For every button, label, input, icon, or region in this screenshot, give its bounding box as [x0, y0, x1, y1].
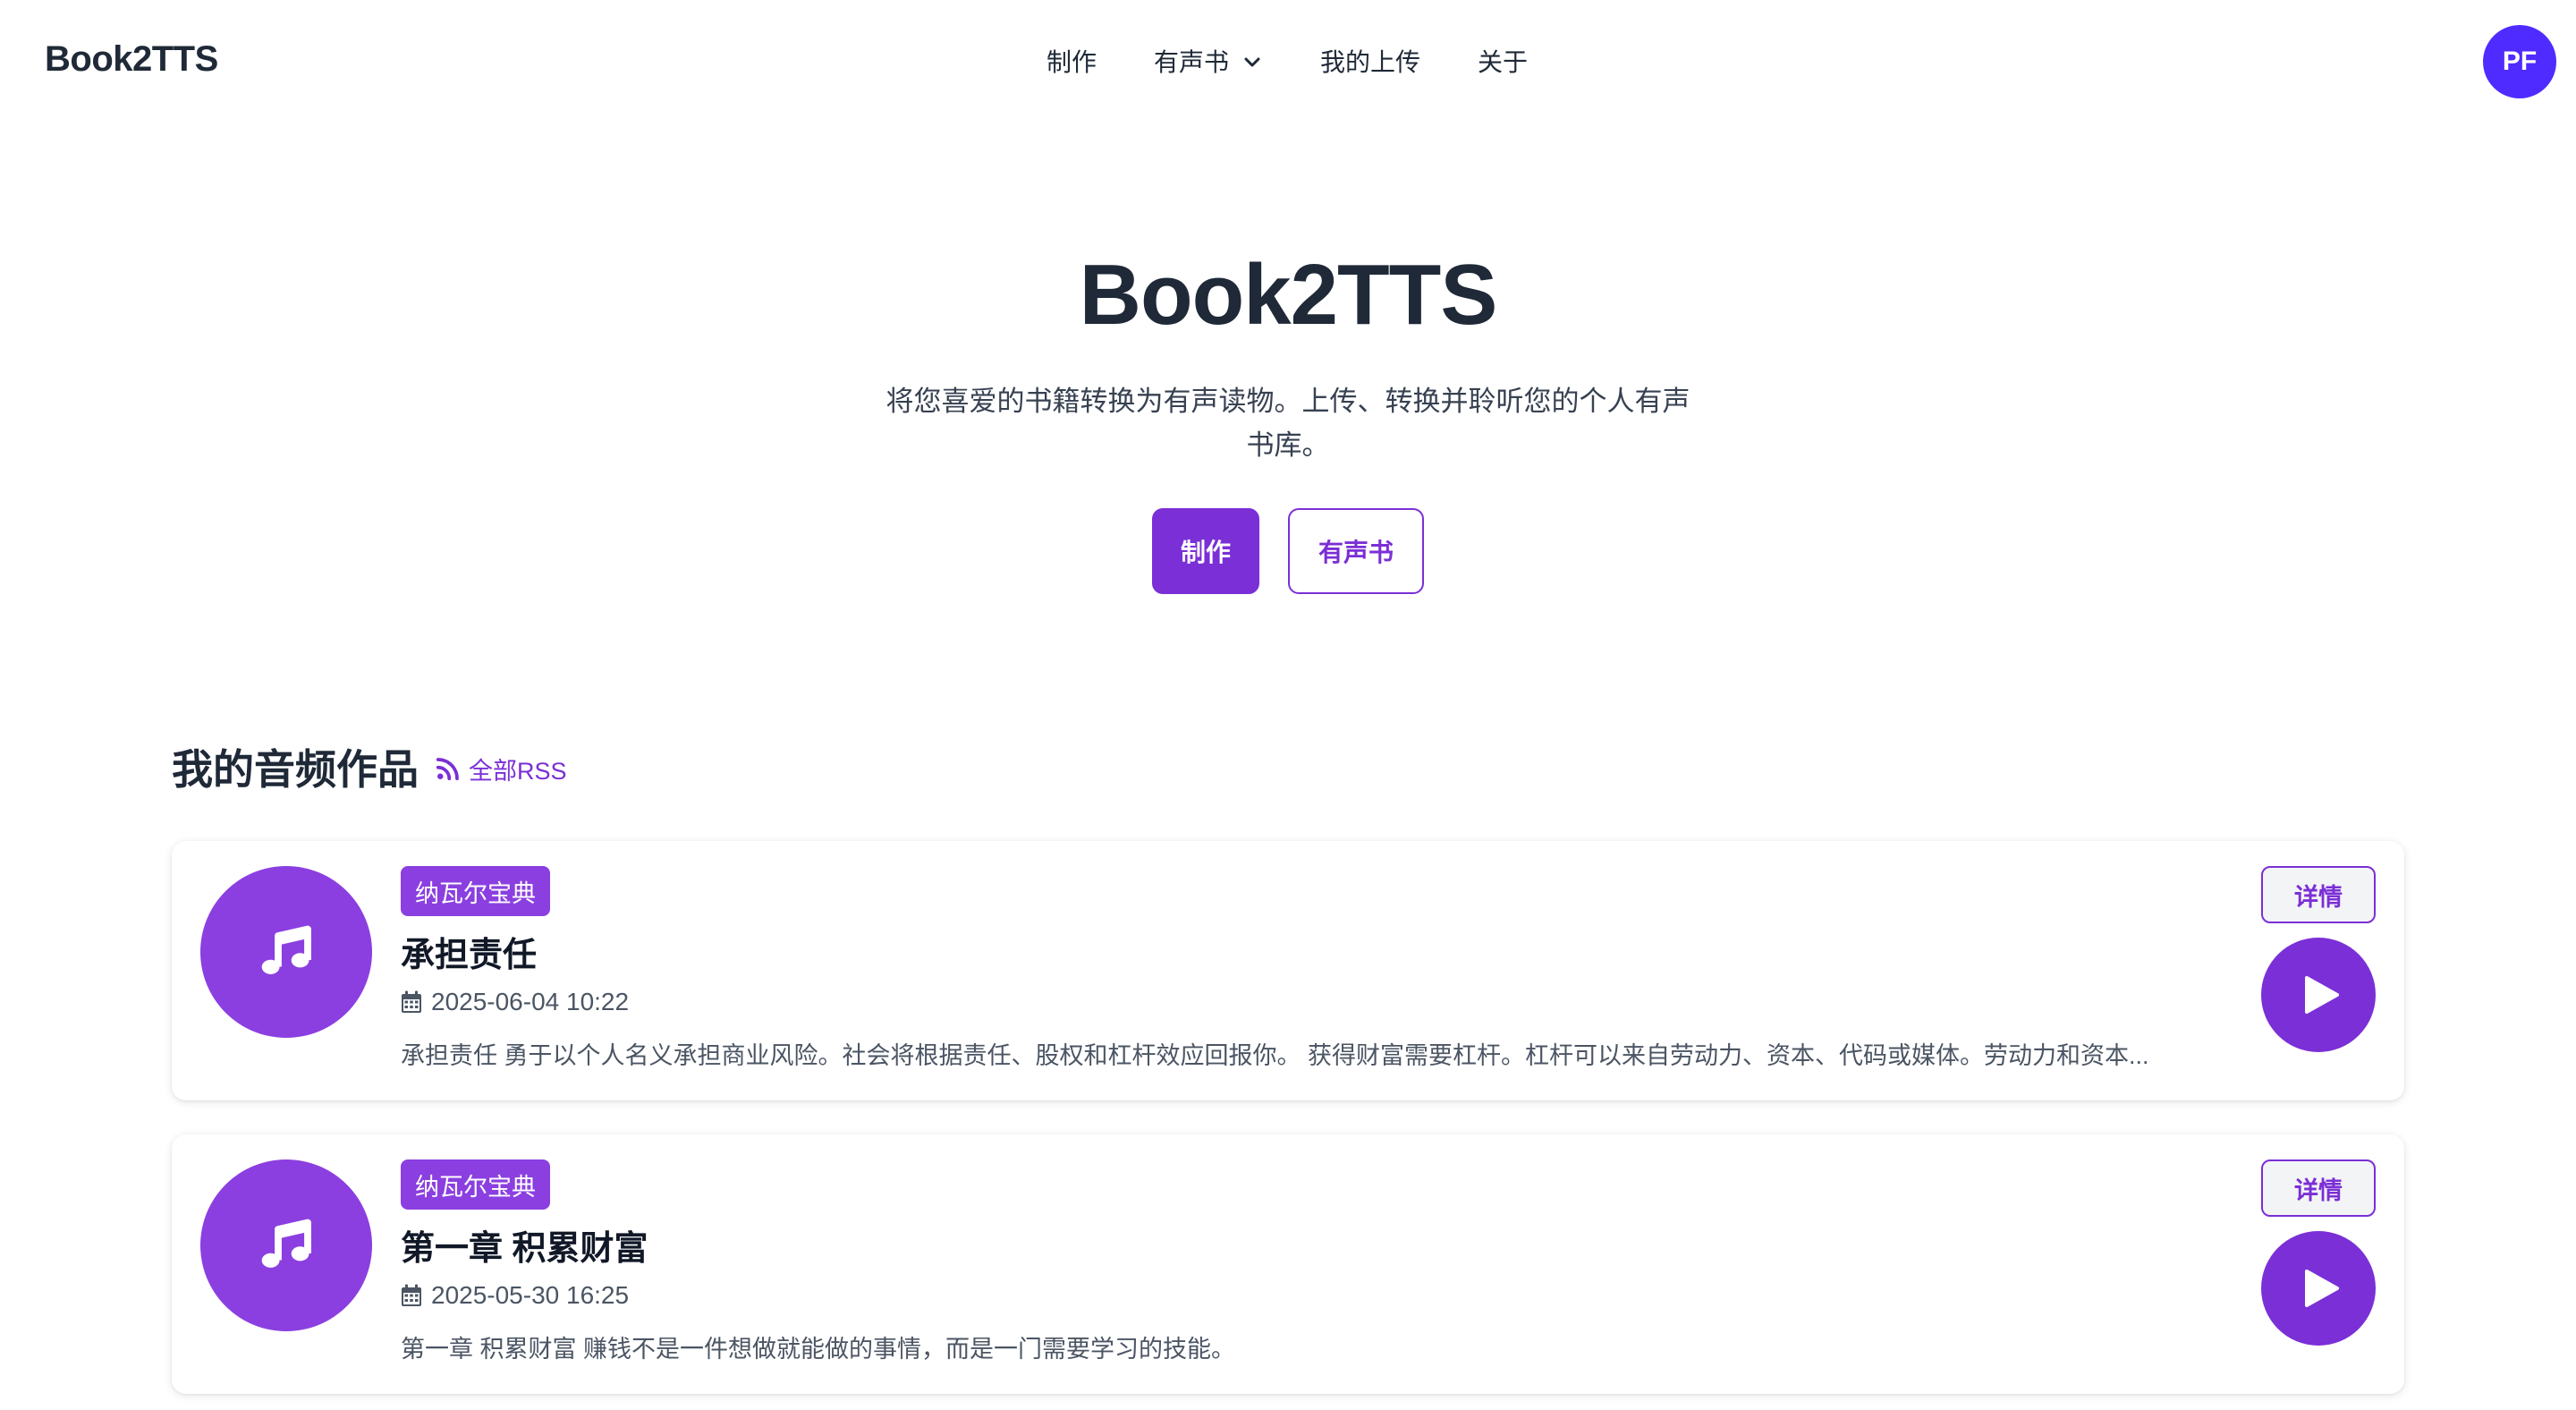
work-cover [200, 1159, 372, 1331]
music-note-icon [261, 925, 311, 974]
work-card: 纳瓦尔宝典 承担责任 2025-06-04 10:22 承担责任 勇于以个人名义… [172, 841, 2404, 1100]
nav-item-label: 关于 [1478, 48, 1529, 76]
hero-subtitle: 将您喜爱的书籍转换为有声读物。上传、转换并聆听您的个人有声书库。 [886, 386, 1690, 461]
work-title[interactable]: 第一章 积累财富 [401, 1220, 648, 1270]
works-section-header: 我的音频作品 全部RSS [172, 737, 567, 796]
detail-button[interactable]: 详情 [2261, 1159, 2376, 1217]
work-card: 纳瓦尔宝典 第一章 积累财富 2025-05-30 16:25 第一章 积累财富… [172, 1134, 2404, 1394]
nav-item-label: 制作 [1046, 48, 1097, 76]
chevron-down-icon [1241, 50, 1263, 72]
work-cover [200, 866, 372, 1038]
navbar: Book2TTS 制作 有声书 我的上传 关于 PF [0, 0, 2576, 122]
work-date: 2025-05-30 16:25 [401, 1281, 629, 1310]
work-date-text: 2025-05-30 16:25 [431, 1281, 630, 1309]
work-date-text: 2025-06-04 10:22 [431, 988, 630, 1015]
audiobooks-button[interactable]: 有声书 [1288, 508, 1424, 594]
create-button[interactable]: 制作 [1152, 508, 1259, 594]
play-button[interactable] [2261, 1231, 2376, 1346]
nav-item-label: 有声书 [1154, 48, 1230, 76]
work-date: 2025-06-04 10:22 [401, 988, 629, 1016]
play-button[interactable] [2261, 938, 2376, 1052]
all-rss-link[interactable]: 全部RSS [435, 752, 567, 786]
hero-title: Book2TTS [1079, 247, 1498, 343]
hero-actions: 制作 有声书 [0, 508, 2576, 594]
user-avatar[interactable]: PF [2483, 25, 2556, 98]
music-note-icon [261, 1219, 311, 1268]
main-nav: 制作 有声书 我的上传 关于 [1046, 43, 1528, 79]
work-excerpt: 承担责任 勇于以个人名义承担商业风险。社会将根据责任、股权和杠杆效应回报你。 获… [401, 1042, 2149, 1069]
rss-icon [436, 758, 459, 781]
rss-label: 全部RSS [469, 757, 567, 785]
nav-item-about[interactable]: 关于 [1478, 43, 1528, 79]
book-badge: 纳瓦尔宝典 [401, 866, 550, 916]
brand-logo[interactable]: Book2TTS [45, 39, 218, 80]
calendar-icon [402, 1284, 421, 1306]
detail-button[interactable]: 详情 [2261, 866, 2376, 923]
play-icon [2305, 1270, 2339, 1307]
work-excerpt: 第一章 积累财富 赚钱不是一件想做就能做的事情，而是一门需要学习的技能。 [401, 1336, 1236, 1363]
play-icon [2305, 976, 2339, 1014]
book-badge: 纳瓦尔宝典 [401, 1159, 550, 1210]
work-title[interactable]: 承担责任 [401, 927, 537, 976]
nav-item-label: 我的上传 [1320, 48, 1421, 76]
nav-item-audiobooks-dropdown[interactable]: 有声书 [1154, 43, 1263, 79]
nav-item-create[interactable]: 制作 [1046, 43, 1097, 79]
nav-item-my-uploads[interactable]: 我的上传 [1320, 43, 1420, 79]
section-title: 我的音频作品 [172, 746, 419, 793]
calendar-icon [402, 990, 421, 1013]
